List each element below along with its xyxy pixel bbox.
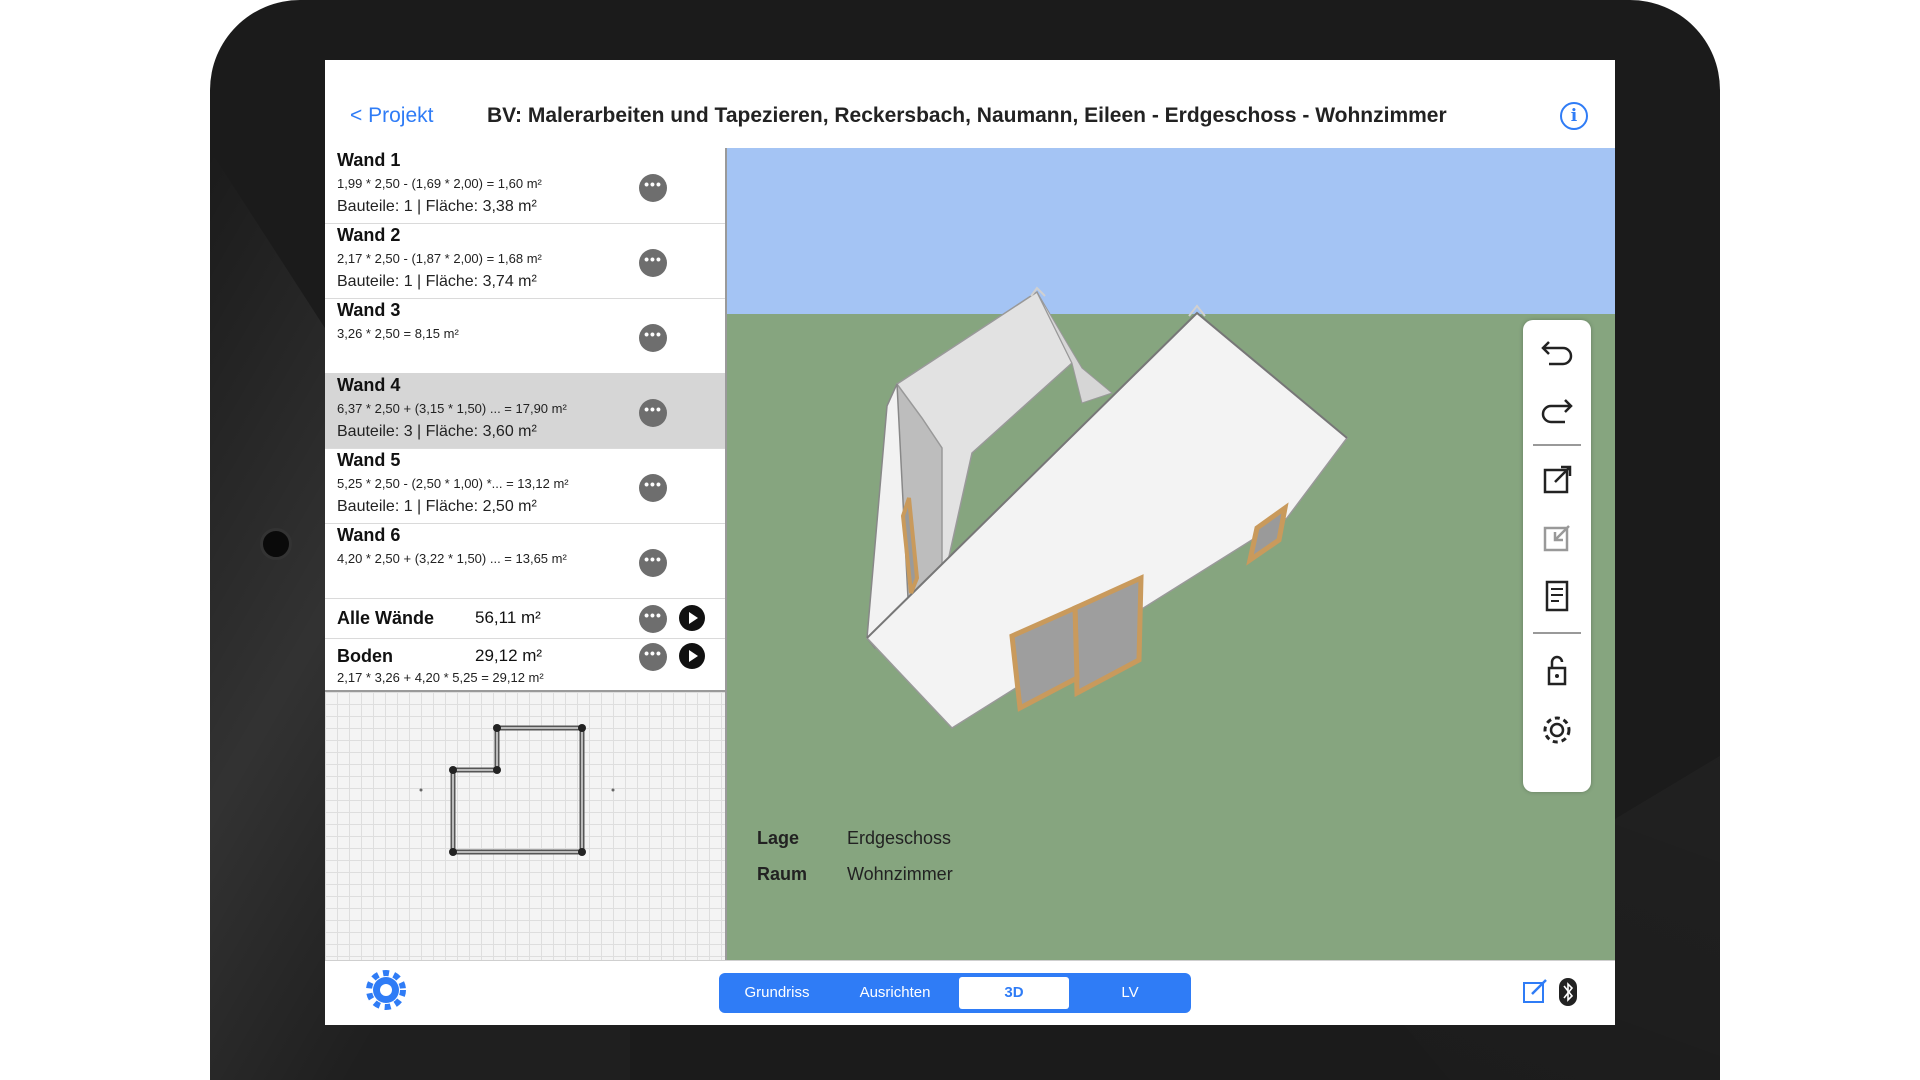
wall-row-3[interactable]: Wand 3 3,26 * 2,50 = 8,15 m² •••	[325, 298, 725, 374]
corner-point[interactable]	[578, 848, 586, 856]
wall-title: Wand 4	[337, 375, 401, 395]
export-icon[interactable]	[1537, 460, 1577, 500]
view-mode-tabs: Grundriss Ausrichten 3D LV	[719, 973, 1191, 1013]
wall-row-4[interactable]: Wand 4 6,37 * 2,50 + (3,15 * 1,50) ... =…	[325, 373, 725, 449]
wall-formula: 5,25 * 2,50 - (2,50 * 1,00) *... = 13,12…	[337, 476, 569, 491]
tab-grundriss[interactable]: Grundriss	[723, 977, 831, 1009]
corner-point[interactable]	[493, 766, 501, 774]
all-walls-row[interactable]: Alle Wände 56,11 m² •••	[325, 600, 725, 639]
lage-value: Erdgeschoss	[847, 828, 952, 848]
mini-floor-plan[interactable]	[325, 690, 727, 962]
toolbar-divider	[1533, 632, 1581, 634]
floor-label: Boden	[337, 646, 393, 666]
wall-formula: 2,17 * 2,50 - (1,87 * 2,00) = 1,68 m²	[337, 251, 542, 266]
wall-formula: 6,37 * 2,50 + (3,15 * 1,50) ... = 17,90 …	[337, 401, 567, 416]
tool-palette	[1523, 320, 1591, 792]
back-to-project-link[interactable]: < Projekt	[350, 104, 433, 128]
undo-icon[interactable]	[1537, 330, 1577, 370]
floor-row[interactable]: Boden 29,12 m² 2,17 * 3,26 + 4,20 * 5,25…	[325, 638, 725, 690]
more-options-icon[interactable]: •••	[639, 549, 667, 577]
wall-formula: 3,26 * 2,50 = 8,15 m²	[337, 326, 459, 341]
wall-parts: Bauteile: 1 | Fläche: 3,74 m²	[337, 273, 537, 290]
floor-formula: 2,17 * 3,26 + 4,20 * 5,25 = 29,12 m²	[337, 670, 544, 685]
more-options-icon[interactable]: •••	[639, 643, 667, 671]
wall-row-5[interactable]: Wand 5 5,25 * 2,50 - (2,50 * 1,00) *... …	[325, 448, 725, 524]
play-icon[interactable]	[679, 605, 705, 631]
wall-row-2[interactable]: Wand 2 2,17 * 2,50 - (1,87 * 2,00) = 1,6…	[325, 223, 725, 299]
wall-title: Wand 3	[337, 300, 401, 320]
lage-label: Lage	[757, 828, 800, 848]
floor-value: 29,12 m²	[475, 646, 543, 665]
raum-label: Raum	[757, 864, 808, 884]
wall-title: Wand 2	[337, 225, 401, 245]
more-options-icon[interactable]: •••	[639, 174, 667, 202]
tab-ausrichten[interactable]: Ausrichten	[835, 977, 955, 1009]
wall-formula: 1,99 * 2,50 - (1,69 * 2,00) = 1,60 m²	[337, 176, 542, 191]
corner-point[interactable]	[449, 766, 457, 774]
corner-point[interactable]	[578, 724, 586, 732]
play-icon[interactable]	[679, 643, 705, 669]
import-icon[interactable]	[1537, 518, 1577, 558]
wall-row-1[interactable]: Wand 1 1,99 * 2,50 - (1,69 * 2,00) = 1,6…	[325, 148, 725, 224]
room-outline	[450, 725, 585, 855]
edit-icon[interactable]	[1521, 977, 1549, 1005]
floor-plan-drawing	[419, 724, 615, 856]
info-icon[interactable]: i	[1560, 102, 1588, 130]
app-screen: < Projekt BV: Malerarbeiten und Tapezier…	[325, 60, 1615, 1025]
toolbar-divider	[1533, 444, 1581, 446]
wall-title: Wand 1	[337, 150, 401, 170]
wall-list: Wand 1 1,99 * 2,50 - (1,69 * 2,00) = 1,6…	[325, 148, 727, 690]
wall-parts: Bauteile: 1 | Fläche: 2,50 m²	[337, 498, 537, 515]
more-options-icon[interactable]: •••	[639, 399, 667, 427]
all-walls-label: Alle Wände	[337, 608, 435, 628]
wall-title: Wand 6	[337, 525, 401, 545]
wall-parts: Bauteile: 3 | Fläche: 3,60 m²	[337, 423, 537, 440]
more-options-icon[interactable]: •••	[639, 474, 667, 502]
anchor-point	[419, 788, 423, 792]
tab-lv[interactable]: LV	[1073, 977, 1187, 1009]
bluetooth-icon[interactable]	[1557, 977, 1579, 1007]
gear-icon[interactable]	[1537, 710, 1577, 750]
anchor-point	[611, 788, 615, 792]
wall-parts: Bauteile: 1 | Fläche: 3,38 m²	[337, 198, 537, 215]
room-outline-inner	[452, 727, 583, 853]
page-title: BV: Malerarbeiten und Tapezieren, Recker…	[487, 104, 1447, 127]
more-options-icon[interactable]: •••	[639, 605, 667, 633]
tab-3d[interactable]: 3D	[959, 977, 1069, 1009]
redo-icon[interactable]	[1537, 388, 1577, 428]
lock-icon[interactable]	[1537, 650, 1577, 690]
bottom-bar: Grundriss Ausrichten 3D LV	[325, 960, 1615, 1025]
wall-formula: 4,20 * 2,50 + (3,22 * 1,50) ... = 13,65 …	[337, 551, 567, 566]
navigation-bar: < Projekt BV: Malerarbeiten und Tapezier…	[325, 60, 1615, 149]
raum-value: Wohnzimmer	[847, 864, 953, 884]
document-icon[interactable]	[1537, 576, 1577, 616]
more-options-icon[interactable]: •••	[639, 324, 667, 352]
3d-viewport[interactable]: Lage Erdgeschoss Raum Wohnzimmer	[727, 148, 1615, 960]
more-options-icon[interactable]: •••	[639, 249, 667, 277]
wall-title: Wand 5	[337, 450, 401, 470]
corner-point[interactable]	[493, 724, 501, 732]
corner-point[interactable]	[449, 848, 457, 856]
wall-row-6[interactable]: Wand 6 4,20 * 2,50 + (3,22 * 1,50) ... =…	[325, 523, 725, 599]
settings-gear-icon[interactable]	[365, 969, 407, 1011]
all-walls-value: 56,11 m²	[475, 608, 541, 627]
front-camera	[260, 528, 292, 560]
